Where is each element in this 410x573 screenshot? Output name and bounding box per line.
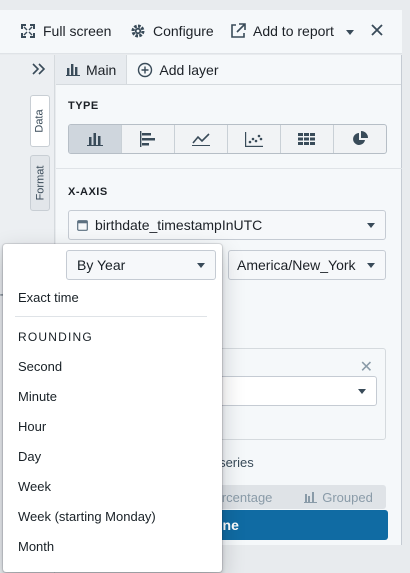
chevron-down-icon: [367, 263, 375, 268]
tab-add-layer[interactable]: Add layer: [127, 55, 228, 84]
menu-divider: [15, 316, 207, 317]
tab-add-layer-label: Add layer: [159, 61, 219, 78]
bar-vertical-icon: [87, 133, 103, 146]
full-screen-button[interactable]: Full screen: [20, 23, 111, 39]
grouped-option[interactable]: Grouped: [291, 485, 386, 509]
chevron-down-icon: [197, 263, 205, 268]
tab-main-label: Main: [86, 61, 117, 78]
chart-type-scatter-button[interactable]: [228, 125, 281, 153]
bar-chart-icon: [66, 64, 80, 76]
close-icon[interactable]: [370, 23, 384, 37]
double-chevron-right-icon[interactable]: [30, 62, 48, 76]
tab-main[interactable]: Main: [56, 55, 128, 84]
fullscreen-icon: [21, 24, 35, 38]
line-chart-icon: [192, 133, 210, 146]
add-circle-icon: [138, 62, 153, 77]
tab-data[interactable]: Data: [30, 95, 50, 147]
menu-item-week-starting-monday[interactable]: Week (starting Monday): [3, 501, 219, 531]
add-to-report-label: Add to report: [253, 23, 334, 39]
menu-item-day[interactable]: Day: [3, 441, 219, 471]
menu-item-exact-time[interactable]: Exact time: [3, 282, 219, 312]
chart-type-group: [68, 124, 387, 154]
chart-type-vertical-bar-button[interactable]: [69, 125, 122, 153]
time-bucket-select[interactable]: By Year: [66, 250, 216, 280]
chevron-down-icon: [367, 223, 375, 228]
type-section-label: TYPE: [68, 100, 99, 112]
stacking-mode-group: ercentage Grouped: [196, 485, 386, 509]
menu-item-minute[interactable]: Minute: [3, 381, 219, 411]
grouped-option-label: Grouped: [322, 489, 373, 505]
add-to-report-button[interactable]: Add to report: [230, 23, 334, 39]
scatter-icon: [245, 131, 263, 147]
chart-type-horizontal-bar-button[interactable]: [122, 125, 175, 153]
time-bucket-menu: Exact time ROUNDING Second Minute Hour D…: [3, 282, 219, 561]
chevron-down-icon: [358, 389, 366, 394]
bar-horizontal-icon: [140, 131, 155, 147]
configure-label: Configure: [153, 23, 214, 39]
pie-chart-icon: [353, 131, 368, 145]
chart-type-heatmap-button[interactable]: [281, 125, 334, 153]
menu-item-month[interactable]: Month: [3, 531, 219, 561]
time-bucket-value: By Year: [77, 257, 126, 273]
calendar-icon: [77, 220, 88, 231]
tab-data-label: Data: [34, 109, 46, 133]
x-axis-section-label: X-AXIS: [68, 186, 108, 198]
menu-item-second[interactable]: Second: [3, 351, 219, 381]
tab-format-label: Format: [34, 165, 46, 201]
chart-type-pie-button[interactable]: [334, 125, 386, 153]
x-axis-field-value: birthdate_timestampInUTC: [95, 217, 263, 233]
configure-button[interactable]: Configure: [130, 23, 214, 39]
section-divider: [56, 168, 402, 169]
gear-icon: [131, 24, 145, 38]
remove-series-icon[interactable]: ✕: [360, 357, 373, 377]
panel-tabs: Main Add layer: [56, 55, 401, 85]
x-axis-field-select[interactable]: birthdate_timestampInUTC: [68, 210, 386, 240]
full-screen-label: Full screen: [43, 23, 112, 39]
export-icon: [231, 23, 246, 38]
chevron-down-icon[interactable]: [346, 30, 354, 35]
tab-format[interactable]: Format: [30, 155, 50, 211]
heatmap-icon: [298, 133, 315, 145]
grouped-bar-icon: [304, 492, 318, 503]
chart-type-line-button[interactable]: [175, 125, 228, 153]
menu-header-rounding: ROUNDING: [18, 330, 93, 344]
menu-item-week[interactable]: Week: [3, 471, 219, 501]
timezone-select[interactable]: America/New_York: [228, 250, 386, 280]
top-toolbar: Full screen Configure Add to report: [0, 10, 402, 54]
timezone-value: America/New_York: [237, 257, 356, 273]
menu-item-hour[interactable]: Hour: [3, 411, 219, 441]
